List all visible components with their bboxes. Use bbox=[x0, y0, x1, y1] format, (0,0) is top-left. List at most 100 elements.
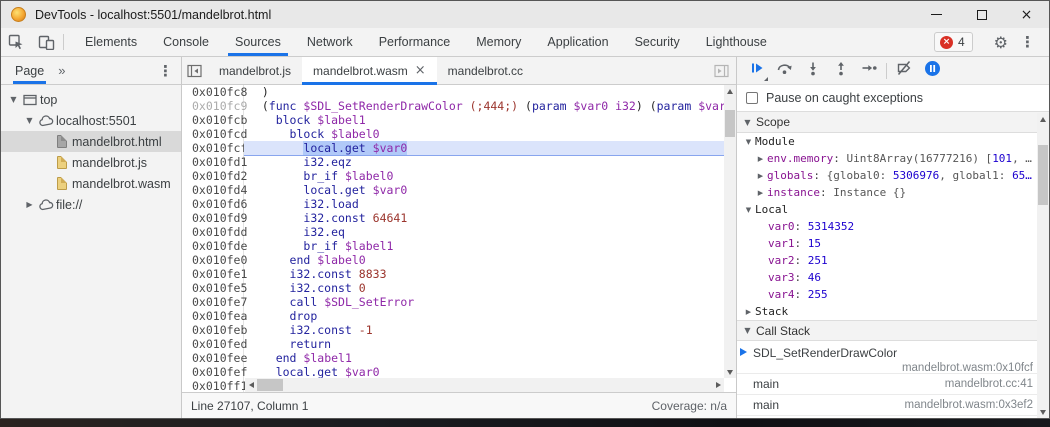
code-line[interactable]: i32.const 64641 bbox=[244, 211, 736, 225]
line-address[interactable]: 0x010fc8 bbox=[188, 85, 243, 99]
hide-navigator-button[interactable] bbox=[182, 57, 208, 84]
step-out-button[interactable] bbox=[827, 58, 855, 84]
settings-gear-icon[interactable]: ⚙ bbox=[994, 33, 1008, 52]
line-address[interactable]: 0x010fef bbox=[188, 365, 243, 379]
line-address[interactable]: 0x010fe5 bbox=[188, 281, 243, 295]
editor-tab-mandelbrot-js[interactable]: mandelbrot.js bbox=[208, 57, 302, 84]
step-into-button[interactable] bbox=[799, 58, 827, 84]
pause-on-caught-exceptions-row[interactable]: Pause on caught exceptions bbox=[737, 85, 1049, 112]
call-stack-frame-sdl_setrenderdrawcolor[interactable]: SDL_SetRenderDrawColormandelbrot.wasm:0x… bbox=[737, 341, 1049, 374]
line-address[interactable]: 0x010fe0 bbox=[188, 253, 243, 267]
tree-item-mandelbrot-wasm[interactable]: mandelbrot.wasm bbox=[1, 173, 181, 194]
scope-section-module[interactable]: ▼Module bbox=[737, 133, 1049, 150]
scroll-up-arrow[interactable] bbox=[724, 85, 736, 97]
code-line[interactable]: i32.load bbox=[244, 197, 736, 211]
scroll-left-arrow[interactable] bbox=[245, 379, 257, 391]
line-address[interactable]: 0x010fc9 bbox=[188, 99, 243, 113]
code-line[interactable]: (func $SDL_SetRenderDrawColor (;444;) (p… bbox=[244, 99, 736, 113]
line-address[interactable]: 0x010fcf bbox=[188, 141, 243, 155]
tree-item-mandelbrot-html[interactable]: mandelbrot.html bbox=[1, 131, 181, 152]
panel-tab-performance[interactable]: Performance bbox=[366, 28, 464, 56]
resume-button[interactable] bbox=[743, 58, 771, 84]
line-address[interactable]: 0x010fea bbox=[188, 309, 243, 323]
scope-variable-env-memory[interactable]: ▶env.memory: Uint8Array(16777216) [101, … bbox=[737, 150, 1049, 167]
panel-tab-network[interactable]: Network bbox=[294, 28, 366, 56]
code-line[interactable]: block $label1 bbox=[244, 113, 736, 127]
code-line[interactable]: local.get $var0 bbox=[244, 365, 736, 379]
call-stack-section-header[interactable]: ▼ Call Stack bbox=[737, 320, 1049, 341]
line-address[interactable]: 0x010fe1 bbox=[188, 267, 243, 281]
scope-section-local[interactable]: ▼Local bbox=[737, 201, 1049, 218]
panel-tab-memory[interactable]: Memory bbox=[463, 28, 534, 56]
line-address[interactable]: 0x010fd2 bbox=[188, 169, 243, 183]
line-address[interactable]: 0x010fd9 bbox=[188, 211, 243, 225]
tab-page[interactable]: Page bbox=[13, 57, 46, 84]
source-code-viewer[interactable]: 0x010fc80x010fc90x010fcb0x010fcd0x010fcf… bbox=[182, 85, 736, 392]
line-address[interactable]: 0x010fde bbox=[188, 239, 243, 253]
scroll-down-arrow[interactable] bbox=[1037, 406, 1049, 418]
navigator-menu-icon[interactable]: ⋮ bbox=[158, 62, 173, 80]
step-button[interactable] bbox=[855, 58, 883, 84]
panel-tab-elements[interactable]: Elements bbox=[72, 28, 150, 56]
code-line[interactable]: i32.const 8833 bbox=[244, 267, 736, 281]
vertical-scroll-thumb[interactable] bbox=[725, 110, 735, 137]
panel-tab-sources[interactable]: Sources bbox=[222, 28, 294, 56]
maximize-button[interactable] bbox=[959, 1, 1004, 28]
pause-on-caught-exceptions-checkbox[interactable] bbox=[746, 92, 758, 104]
tree-item-localhost-5501[interactable]: ▼localhost:5501 bbox=[1, 110, 181, 131]
line-address[interactable]: 0x010fe7 bbox=[188, 295, 243, 309]
line-address[interactable]: 0x010fee bbox=[188, 351, 243, 365]
code-lines[interactable]: ) (func $SDL_SetRenderDrawColor (;444;) … bbox=[244, 85, 736, 392]
vertical-scroll-thumb[interactable] bbox=[1038, 145, 1048, 205]
code-line[interactable]: i32.const -1 bbox=[244, 323, 736, 337]
code-line[interactable]: end $label0 bbox=[244, 253, 736, 267]
panel-tab-application[interactable]: Application bbox=[534, 28, 621, 56]
scroll-right-arrow[interactable] bbox=[712, 379, 724, 391]
code-line[interactable]: i32.const 0 bbox=[244, 281, 736, 295]
code-line[interactable]: call $SDL_SetError bbox=[244, 295, 736, 309]
code-line[interactable]: drop bbox=[244, 309, 736, 323]
panel-tab-lighthouse[interactable]: Lighthouse bbox=[693, 28, 780, 56]
code-line[interactable]: i32.eq bbox=[244, 225, 736, 239]
code-line[interactable]: ) bbox=[244, 85, 736, 99]
tree-item-file-[interactable]: ▶file:// bbox=[1, 194, 181, 215]
console-errors-button[interactable]: × 4 bbox=[934, 32, 973, 52]
tree-item-top[interactable]: ▼top bbox=[1, 89, 181, 110]
show-more-tabs-button[interactable] bbox=[708, 57, 734, 84]
device-toolbar-button[interactable] bbox=[31, 28, 61, 56]
line-address[interactable]: 0x010fd6 bbox=[188, 197, 243, 211]
code-line[interactable]: block $label0 bbox=[244, 127, 736, 141]
more-tabs-icon[interactable]: » bbox=[58, 63, 65, 78]
scroll-up-arrow[interactable] bbox=[1037, 113, 1049, 125]
horizontal-scroll-thumb[interactable] bbox=[257, 379, 283, 391]
code-line[interactable]: end $label1 bbox=[244, 351, 736, 365]
code-line[interactable]: br_if $label1 bbox=[244, 239, 736, 253]
sidebar-vertical-scrollbar[interactable] bbox=[1037, 113, 1049, 418]
editor-horizontal-scrollbar[interactable] bbox=[245, 378, 724, 392]
pause-on-exceptions-button[interactable] bbox=[918, 58, 946, 84]
deactivate-breakpoints-button[interactable] bbox=[890, 58, 918, 84]
code-line[interactable]: local.get $var0 bbox=[244, 183, 736, 197]
inspect-element-button[interactable] bbox=[1, 28, 31, 56]
call-stack-frame-main[interactable]: mainmandelbrot.wasm:0x3ef2 bbox=[737, 395, 1049, 416]
minimize-button[interactable] bbox=[914, 1, 959, 28]
more-menu-icon[interactable]: ⋮ bbox=[1020, 33, 1035, 51]
line-address[interactable]: 0x010fd1 bbox=[188, 155, 243, 169]
scope-variable-globals[interactable]: ▶globals: {global0: 5306976, global1: 65… bbox=[737, 167, 1049, 184]
code-line[interactable]: i32.eqz bbox=[244, 155, 736, 169]
panel-tab-console[interactable]: Console bbox=[150, 28, 222, 56]
step-over-button[interactable] bbox=[771, 58, 799, 84]
line-address[interactable]: 0x010fcb bbox=[188, 113, 243, 127]
chevron-down-icon[interactable]: ▼ bbox=[7, 95, 20, 104]
chevron-down-icon[interactable]: ▼ bbox=[23, 116, 36, 125]
panel-tab-security[interactable]: Security bbox=[622, 28, 693, 56]
chevron-right-icon[interactable]: ▶ bbox=[23, 200, 36, 209]
line-address[interactable]: 0x010fd4 bbox=[188, 183, 243, 197]
line-address[interactable]: 0x010ff1 bbox=[188, 379, 243, 393]
line-address[interactable]: 0x010fcd bbox=[188, 127, 243, 141]
call-stack-frame-main[interactable]: mainmandelbrot.cc:41 bbox=[737, 374, 1049, 395]
line-number-gutter[interactable]: 0x010fc80x010fc90x010fcb0x010fcd0x010fcf… bbox=[182, 85, 244, 392]
line-address[interactable]: 0x010fdd bbox=[188, 225, 243, 239]
editor-vertical-scrollbar[interactable] bbox=[724, 85, 736, 378]
code-line[interactable]: return bbox=[244, 337, 736, 351]
